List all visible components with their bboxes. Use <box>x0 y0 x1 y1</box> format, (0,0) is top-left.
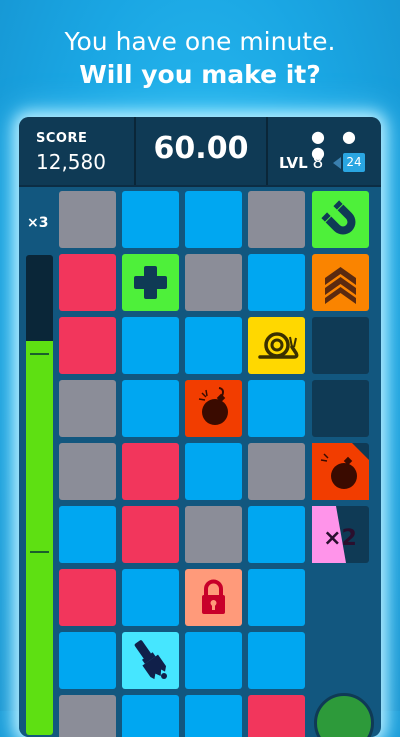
plus-icon <box>134 266 167 299</box>
bomb-powerup-slot[interactable] <box>312 443 369 500</box>
tile-red[interactable] <box>59 254 116 311</box>
level-label: LVL <box>279 154 308 172</box>
double-score-powerup-slot[interactable]: ×2 <box>312 506 369 563</box>
tile-blue[interactable] <box>248 380 305 437</box>
action-button[interactable] <box>314 693 374 737</box>
multiplier-column: ×3 <box>19 187 55 737</box>
magnet-powerup-tile[interactable] <box>312 191 369 248</box>
tile-blue[interactable] <box>122 695 179 737</box>
tile-gray[interactable] <box>248 443 305 500</box>
tile-blue[interactable] <box>185 191 242 248</box>
level-indicator: LVL 8 <box>279 153 323 173</box>
rank-up-powerup-tile[interactable] <box>312 254 369 311</box>
chevrons-up-icon <box>325 267 356 304</box>
level-arrow-icon <box>333 157 341 169</box>
tile-gray[interactable] <box>59 380 116 437</box>
tile-blue[interactable] <box>185 632 242 689</box>
magnet-icon <box>321 200 356 235</box>
tile-red[interactable] <box>122 443 179 500</box>
tile-grid: ×2 <box>55 187 375 737</box>
tile-gray[interactable] <box>59 695 116 737</box>
snail-icon <box>258 332 299 359</box>
headline-line-2: Will you make it? <box>79 60 321 89</box>
bomb-powerup-tile[interactable] <box>185 380 242 437</box>
tile-gray[interactable] <box>248 191 305 248</box>
level-target-badge: 24 <box>343 153 365 172</box>
tile-blue[interactable] <box>185 695 242 737</box>
double-score-icon: ×2 <box>312 506 357 563</box>
meter-tick <box>30 353 49 355</box>
tile-blue[interactable] <box>122 317 179 374</box>
tile-blue[interactable] <box>185 317 242 374</box>
tile-red[interactable] <box>248 695 305 737</box>
bomb-icon <box>198 387 228 425</box>
tile-blue[interactable] <box>122 191 179 248</box>
tile-red[interactable] <box>59 569 116 626</box>
empty-slot <box>312 317 369 374</box>
tile-blue[interactable] <box>185 443 242 500</box>
tile-gray[interactable] <box>185 254 242 311</box>
paintbrush-powerup-tile[interactable] <box>122 632 179 689</box>
snail-powerup-tile[interactable] <box>248 317 305 374</box>
tile-blue[interactable] <box>122 380 179 437</box>
tile-blue[interactable] <box>248 254 305 311</box>
tile-gray[interactable] <box>185 506 242 563</box>
score-label: SCORE <box>36 131 88 146</box>
game-board-panel: SCORE 12,580 60.00 ● ● ● LVL 8 24 ×3 ×2 <box>19 117 381 737</box>
paintbrush-icon <box>134 640 167 680</box>
tile-blue[interactable] <box>59 632 116 689</box>
tile-blue[interactable] <box>122 569 179 626</box>
time-meter <box>26 255 53 735</box>
countdown-timer: 60.00 <box>153 131 249 166</box>
plus-powerup-tile[interactable] <box>122 254 179 311</box>
lock-icon <box>202 579 225 614</box>
hud-bar: SCORE 12,580 60.00 ● ● ● LVL 8 24 <box>19 117 381 187</box>
level-value: 8 <box>312 153 324 173</box>
double-score-label: ×2 <box>323 526 357 551</box>
tile-blue[interactable] <box>248 569 305 626</box>
lock-powerup-tile[interactable] <box>185 569 242 626</box>
tile-blue[interactable] <box>59 506 116 563</box>
hud-divider <box>266 117 268 185</box>
meter-tick <box>30 551 49 553</box>
tile-gray[interactable] <box>59 191 116 248</box>
headline-line-1: You have one minute. <box>64 27 336 56</box>
bomb-icon <box>312 443 369 500</box>
tile-blue[interactable] <box>248 632 305 689</box>
time-meter-fill <box>26 341 53 735</box>
tile-red[interactable] <box>59 317 116 374</box>
tile-blue[interactable] <box>248 506 305 563</box>
promo-headline: You have one minute. Will you make it? <box>0 26 400 92</box>
tile-gray[interactable] <box>59 443 116 500</box>
empty-slot <box>312 380 369 437</box>
score-value: 12,580 <box>36 150 106 174</box>
score-multiplier: ×3 <box>27 215 49 231</box>
tile-red[interactable] <box>122 506 179 563</box>
